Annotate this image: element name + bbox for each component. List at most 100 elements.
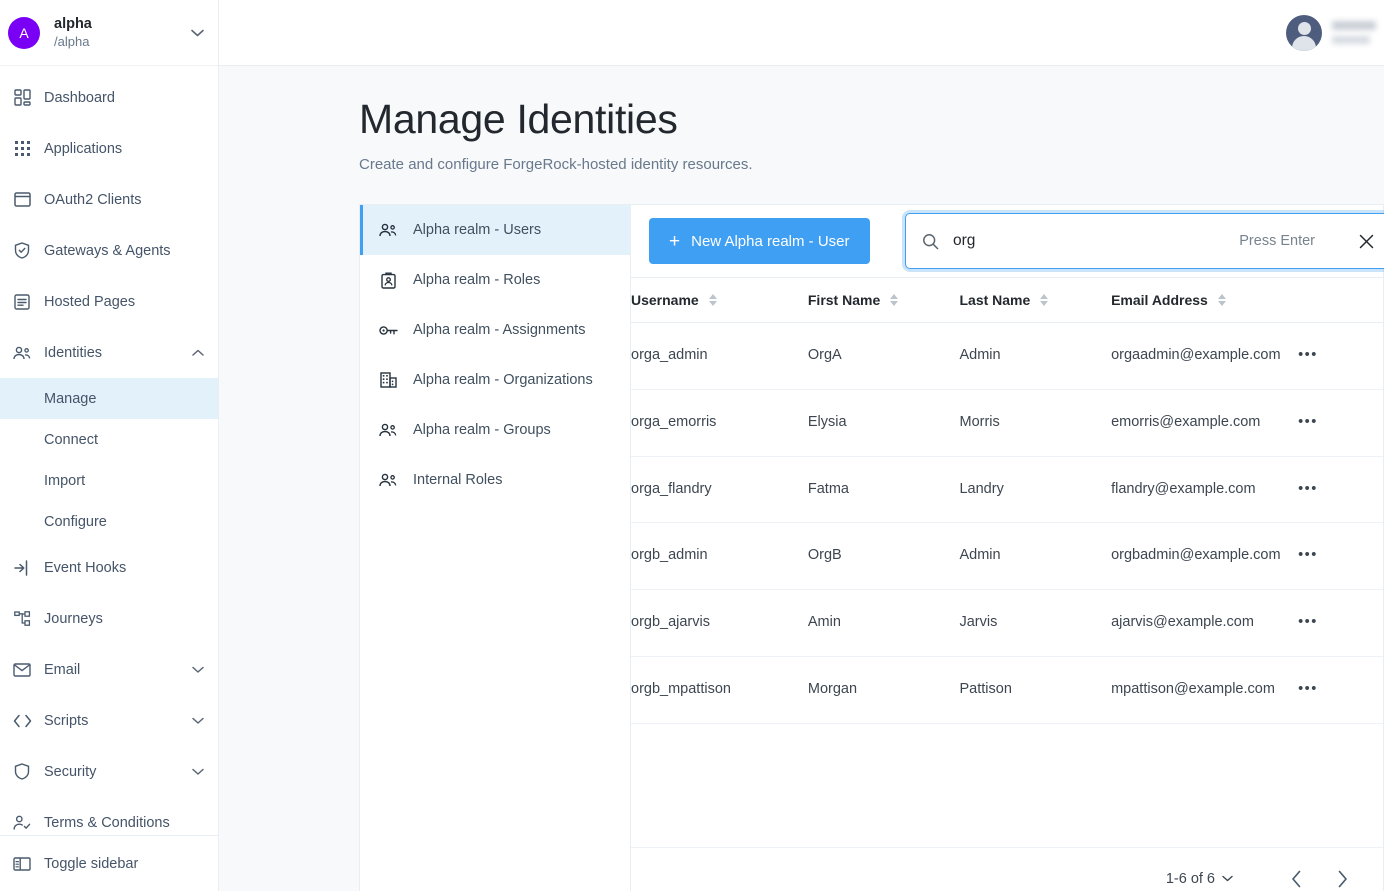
sidebar-item-label: Applications — [44, 141, 204, 157]
sidebar-item-label: Identities — [44, 345, 192, 361]
people-icon — [363, 473, 413, 487]
column-header-last-name[interactable]: Last Name — [959, 278, 1111, 323]
tab-alpha-realm-assignments[interactable]: Alpha realm - Assignments — [360, 305, 630, 355]
page-size-dropdown[interactable]: 1-6 of 6 — [1166, 871, 1233, 887]
sidebar-item-gateways-agents[interactable]: Gateways & Agents — [0, 225, 218, 276]
content-row: Alpha realm - Users Alpha realm - Roles … — [219, 204, 1384, 891]
cell-email: emorris@example.com — [1111, 389, 1298, 456]
realm-avatar: A — [8, 17, 40, 49]
new-alpha-realm-user-button[interactable]: + New Alpha realm - User — [649, 218, 870, 264]
identities-table-card: + New Alpha realm - User Press Enter — [630, 204, 1384, 891]
column-header-email-address[interactable]: Email Address — [1111, 278, 1298, 323]
tab-label: Alpha realm - Users — [413, 222, 541, 238]
sidebar-item-identities[interactable]: Identities — [0, 327, 218, 378]
toggle-sidebar-label: Toggle sidebar — [44, 856, 138, 872]
new-button-label: New Alpha realm - User — [691, 233, 849, 250]
dashboard-icon — [0, 89, 44, 106]
chevron-down-icon — [192, 717, 204, 724]
realm-initial: A — [19, 25, 28, 41]
cell-last-name: Pattison — [959, 656, 1111, 723]
sidebar-panel-icon — [0, 857, 44, 871]
sidebar-subitem-label: Import — [44, 473, 85, 489]
tab-internal-roles[interactable]: Internal Roles — [360, 455, 630, 505]
table-row[interactable]: orgb_mpattison Morgan Pattison mpattison… — [631, 656, 1383, 723]
tab-alpha-realm-organizations[interactable]: Alpha realm - Organizations — [360, 355, 630, 405]
sidebar-subitem-configure[interactable]: Configure — [0, 501, 218, 542]
cell-email: orgbadmin@example.com — [1111, 523, 1298, 590]
sort-icon[interactable] — [1040, 294, 1048, 306]
column-label: Last Name — [959, 292, 1030, 308]
tab-alpha-realm-users[interactable]: Alpha realm - Users — [360, 205, 630, 255]
column-header-username[interactable]: Username — [631, 278, 808, 323]
people-icon — [0, 346, 44, 360]
pagination-range: 1-6 of 6 — [1166, 871, 1215, 887]
sidebar-subitem-import[interactable]: Import — [0, 460, 218, 501]
sidebar-subitem-connect[interactable]: Connect — [0, 419, 218, 460]
sidebar-subitem-manage[interactable]: Manage — [0, 378, 218, 419]
sidebar-item-scripts[interactable]: Scripts — [0, 695, 218, 746]
cell-last-name: Morris — [959, 389, 1111, 456]
page-subtitle: Create and configure ForgeRock-hosted id… — [359, 156, 1384, 173]
sidebar-item-security[interactable]: Security — [0, 746, 218, 797]
cell-first-name: Amin — [808, 590, 960, 657]
pagination-next-button[interactable] — [1319, 859, 1365, 891]
table-row[interactable]: orgb_admin OrgB Admin orgbadmin@example.… — [631, 523, 1383, 590]
toggle-sidebar-button[interactable]: Toggle sidebar — [0, 836, 218, 891]
sidebar-item-journeys[interactable]: Journeys — [0, 593, 218, 644]
close-icon[interactable] — [1359, 234, 1374, 249]
tab-label: Alpha realm - Assignments — [413, 322, 585, 338]
sidebar-footer: Toggle sidebar — [0, 835, 218, 891]
table-body: orga_admin OrgA Admin orgaadmin@example.… — [631, 323, 1383, 724]
sort-icon[interactable] — [890, 294, 898, 306]
sidebar-item-hosted-pages[interactable]: Hosted Pages — [0, 276, 218, 327]
table-head: Username First Name — [631, 278, 1383, 323]
search-box[interactable]: Press Enter — [905, 213, 1384, 269]
realm-switcher[interactable]: A alpha /alpha — [0, 0, 218, 66]
sidebar-item-dashboard[interactable]: Dashboard — [0, 72, 218, 123]
column-header-first-name[interactable]: First Name — [808, 278, 960, 323]
cell-email: ajarvis@example.com — [1111, 590, 1298, 657]
code-brackets-icon — [0, 714, 44, 728]
table-row[interactable]: orga_flandry Fatma Landry flandry@exampl… — [631, 456, 1383, 523]
chevron-down-icon — [192, 666, 204, 673]
row-actions-button[interactable]: ••• — [1298, 523, 1383, 590]
sidebar-item-oauth2-clients[interactable]: OAuth2 Clients — [0, 174, 218, 225]
table-row[interactable]: orga_emorris Elysia Morris emorris@examp… — [631, 389, 1383, 456]
sidebar-item-label: Scripts — [44, 713, 192, 729]
row-actions-button[interactable]: ••• — [1298, 389, 1383, 456]
sidebar-item-label: Journeys — [44, 611, 204, 627]
sidebar-item-label: Terms & Conditions — [44, 815, 204, 831]
cell-email: orgaadmin@example.com — [1111, 323, 1298, 390]
avatar — [1286, 15, 1322, 51]
tab-alpha-realm-groups[interactable]: Alpha realm - Groups — [360, 405, 630, 455]
cell-username: orgb_admin — [631, 523, 808, 590]
pagination-prev-button[interactable] — [1273, 859, 1319, 891]
id-badge-icon — [363, 272, 413, 289]
table-row[interactable]: orgb_ajarvis Amin Jarvis ajarvis@example… — [631, 590, 1383, 657]
row-actions-button[interactable]: ••• — [1298, 590, 1383, 657]
redacted-line-2 — [1332, 36, 1370, 44]
sort-icon[interactable] — [709, 294, 717, 306]
tab-label: Internal Roles — [413, 472, 502, 488]
chevron-down-icon — [191, 29, 204, 37]
sort-icon[interactable] — [1218, 294, 1226, 306]
chevron-down-icon — [192, 768, 204, 775]
envelope-icon — [0, 663, 44, 677]
row-actions-button[interactable]: ••• — [1298, 323, 1383, 390]
tab-alpha-realm-roles[interactable]: Alpha realm - Roles — [360, 255, 630, 305]
sidebar-item-applications[interactable]: Applications — [0, 123, 218, 174]
column-header-actions — [1298, 278, 1383, 323]
cell-email: flandry@example.com — [1111, 456, 1298, 523]
table-row[interactable]: orga_admin OrgA Admin orgaadmin@example.… — [631, 323, 1383, 390]
search-input[interactable] — [953, 232, 1239, 250]
main-column: Manage Identities Create and configure F… — [219, 0, 1384, 891]
sidebar-item-email[interactable]: Email — [0, 644, 218, 695]
row-actions-button[interactable]: ••• — [1298, 456, 1383, 523]
user-menu[interactable] — [1286, 15, 1384, 51]
row-actions-button[interactable]: ••• — [1298, 656, 1383, 723]
plus-icon: + — [669, 232, 680, 251]
building-icon — [363, 372, 413, 388]
person-check-icon — [0, 815, 44, 830]
sidebar-item-event-hooks[interactable]: Event Hooks — [0, 542, 218, 593]
chevron-left-icon — [1291, 870, 1302, 888]
